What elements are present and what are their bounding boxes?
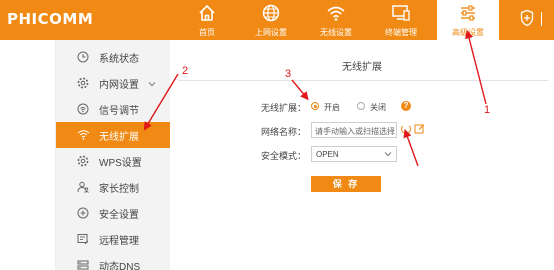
sidebar-item-label: 家长控制	[99, 183, 139, 195]
annotation-label-2: 2	[182, 65, 189, 77]
sidebar-item-label: 信号调节	[99, 105, 139, 117]
top-divider	[541, 12, 554, 26]
ext-off-radio[interactable]	[357, 102, 365, 110]
ext-off-label[interactable]: 关闭	[370, 102, 386, 113]
security-label: 安全模式：	[260, 151, 306, 161]
sidebar-item-label: 远程管理	[99, 235, 139, 247]
nav-advanced[interactable]: 高级设置	[437, 0, 499, 40]
shield-plus-icon[interactable]	[520, 9, 534, 29]
sidebar-item-label: 内网设置	[99, 79, 139, 91]
edit-icon[interactable]	[414, 123, 425, 136]
globe-icon	[242, 3, 300, 25]
ssid-input[interactable]: 请手动输入或扫描选择	[311, 122, 397, 138]
nav-devices-label: 终端管理	[385, 28, 417, 37]
sidebar-item-wps[interactable]: WPS设置	[56, 148, 170, 174]
wifi-icon	[307, 3, 365, 25]
nav-home-label: 首页	[199, 28, 215, 37]
sidebar-item-wireless-extend[interactable]: 无线扩展	[56, 122, 170, 148]
annotation-arrow-4	[403, 129, 419, 167]
sidebar-item-security[interactable]: 安全设置	[56, 200, 170, 226]
nav-internet-label: 上网设置	[255, 28, 287, 37]
gear-icon	[70, 77, 96, 89]
nav-devices[interactable]: 终端管理	[372, 0, 430, 40]
sidebar-item-signal[interactable]: 信号调节	[56, 96, 170, 122]
nav-internet[interactable]: 上网设置	[242, 0, 300, 40]
sliders-icon	[437, 3, 499, 25]
ext-label: 无线扩展：	[260, 103, 306, 113]
sidebar-item-ddns[interactable]: 动态DNS	[56, 252, 170, 270]
annotation-label-3: 3	[285, 68, 292, 80]
sidebar-item-label: WPS设置	[99, 157, 142, 169]
sidebar-left-strip	[0, 40, 56, 270]
annotation-arrow-3	[291, 79, 309, 101]
remote-icon	[70, 233, 96, 245]
scan-refresh-icon[interactable]	[401, 124, 411, 134]
ext-on-label[interactable]: 开启	[324, 102, 340, 113]
nav-advanced-label: 高级设置	[452, 28, 484, 37]
page-title: 无线扩展	[342, 62, 382, 73]
wifi-extend-icon	[70, 129, 96, 141]
parent-icon	[70, 181, 96, 193]
sidebar-item-remote[interactable]: 远程管理	[56, 226, 170, 252]
sidebar-item-system-status[interactable]: 系统状态	[56, 44, 170, 70]
sidebar-item-parental[interactable]: 家长控制	[56, 174, 170, 200]
sidebar-item-label: 安全设置	[99, 209, 139, 221]
shield-icon	[70, 207, 96, 219]
ext-on-radio[interactable]	[311, 102, 319, 110]
signal-icon	[70, 103, 96, 115]
wps-gear-icon	[70, 155, 96, 167]
annotation-label-1: 1	[484, 104, 491, 116]
brand-logo: PHICOMM	[7, 10, 94, 28]
nav-home[interactable]: 首页	[178, 0, 236, 40]
top-bar: PHICOMM 首页 上网设置 无线设置 终端管理 高级设置	[0, 0, 554, 40]
help-icon[interactable]: ?	[401, 101, 411, 111]
dns-icon	[70, 259, 96, 270]
chevron-down-icon[interactable]	[148, 79, 156, 90]
security-mode-select[interactable]: OPEN	[311, 146, 397, 162]
sidebar-item-lan[interactable]: 内网设置	[56, 70, 170, 96]
title-divider	[178, 80, 548, 81]
nav-wireless[interactable]: 无线设置	[307, 0, 365, 40]
save-button[interactable]: 保 存	[311, 176, 381, 192]
sidebar-item-label: 无线扩展	[99, 131, 139, 143]
chevron-down-icon	[384, 150, 392, 159]
sidebar-item-label: 系统状态	[99, 53, 139, 65]
nav-wireless-label: 无线设置	[320, 28, 352, 37]
clock-icon	[70, 51, 96, 63]
home-icon	[178, 3, 236, 25]
security-mode-value: OPEN	[316, 150, 339, 159]
ssid-label: 网络名称：	[260, 127, 306, 137]
sidebar-item-label: 动态DNS	[99, 261, 141, 270]
monitor-icon	[372, 3, 430, 25]
